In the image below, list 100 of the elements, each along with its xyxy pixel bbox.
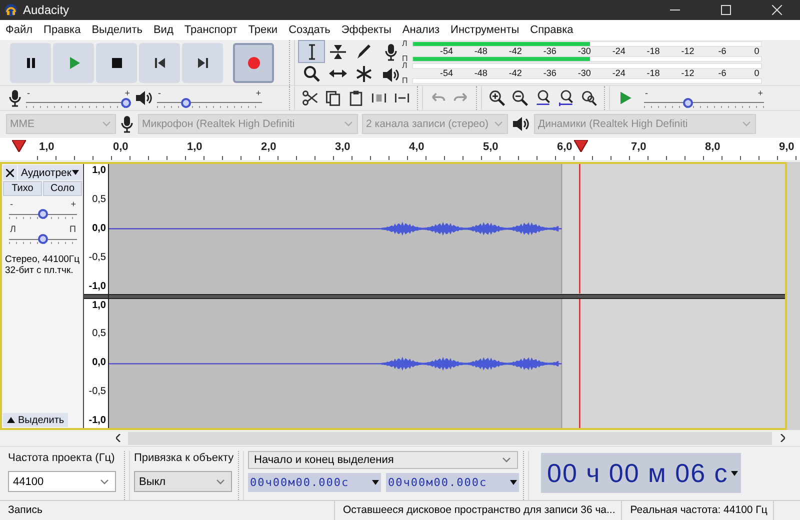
menu-item[interactable]: Правка bbox=[38, 24, 86, 36]
amplitude-label: 0,0 bbox=[92, 357, 106, 370]
menu-item[interactable]: Справка bbox=[524, 24, 579, 36]
meter-tick-label: -42 bbox=[508, 69, 522, 78]
timeline-label: 0,0 bbox=[113, 141, 128, 153]
audio-position-display[interactable]: 00 ч 00 м 06 с bbox=[541, 453, 741, 493]
record-icon bbox=[246, 54, 262, 70]
maximize-icon bbox=[721, 5, 731, 15]
solo-button[interactable]: Соло bbox=[43, 181, 82, 196]
meter-tick-label: -54 bbox=[440, 69, 453, 78]
slider-thumb[interactable] bbox=[121, 98, 131, 108]
double-arrow-icon bbox=[328, 69, 346, 78]
timeline-label: 3,0 bbox=[335, 141, 350, 153]
selection-end-field[interactable]: 00ч00м00.000с bbox=[386, 473, 519, 492]
selection-mode-select[interactable]: Начало и конец выделения bbox=[248, 451, 518, 469]
snap-select[interactable]: Выкл bbox=[134, 471, 232, 492]
project-rate-label: Частота проекта (Гц) bbox=[8, 451, 116, 465]
app-logo-icon bbox=[4, 3, 18, 17]
menu-item[interactable]: Файл bbox=[0, 24, 38, 36]
record-button[interactable] bbox=[233, 42, 274, 82]
slider-thumb[interactable] bbox=[682, 98, 692, 108]
meter-tick-label: -30 bbox=[578, 69, 591, 78]
microphone-icon bbox=[120, 114, 134, 132]
fit-selection-icon bbox=[534, 89, 552, 107]
amplitude-label: 1,0 bbox=[92, 300, 106, 312]
caret-down-icon bbox=[72, 170, 79, 175]
slider-max-label: + bbox=[124, 88, 130, 98]
select-track-button[interactable]: Выделить bbox=[3, 413, 68, 427]
pencil-icon bbox=[356, 44, 370, 59]
meter-tick-label: -24 bbox=[612, 69, 626, 78]
timeline-label: 7,0 bbox=[631, 141, 646, 153]
status-text: Оставшееся дисковое пространство для записи 36 ча... bbox=[335, 501, 622, 520]
track-info-text: Стерео, 44100Гц bbox=[5, 254, 81, 265]
zoom-in-icon bbox=[488, 89, 506, 107]
track-info-text: 32-бит с пл.тчк. bbox=[5, 265, 74, 276]
menu-item[interactable]: Инструменты bbox=[445, 24, 525, 36]
mute-button[interactable]: Тихо bbox=[3, 181, 42, 196]
chevron-down-icon bbox=[502, 457, 511, 463]
channel-label: Л bbox=[402, 63, 408, 69]
meter-tick-label: -54 bbox=[440, 47, 453, 56]
copy-icon bbox=[324, 89, 342, 107]
meter-tick-label: -18 bbox=[646, 47, 660, 56]
magnifier-icon bbox=[304, 66, 320, 82]
slider-min-label: - bbox=[10, 200, 13, 209]
timeline-label: 6,0 bbox=[557, 141, 572, 153]
stop-button[interactable] bbox=[96, 42, 137, 82]
speaker-icon bbox=[382, 66, 400, 82]
track-name-menu[interactable]: Аудиотрек bbox=[18, 165, 82, 180]
pause-button[interactable] bbox=[10, 42, 51, 82]
horizontal-scrollbar[interactable] bbox=[128, 432, 772, 444]
menu-item[interactable]: Вид bbox=[148, 24, 179, 36]
chevron-down-icon bbox=[102, 120, 111, 126]
slider-thumb[interactable] bbox=[180, 98, 191, 108]
slider-thumb[interactable] bbox=[38, 209, 48, 219]
amplitude-label: -1,0 bbox=[88, 415, 106, 427]
timeline-label: 9,0 bbox=[779, 141, 794, 153]
amplitude-label: -0,5 bbox=[88, 252, 106, 264]
skip-to-end-button[interactable] bbox=[182, 42, 223, 82]
chevron-right-icon bbox=[780, 434, 784, 442]
slider-thumb[interactable] bbox=[38, 234, 48, 244]
slider-min-label: - bbox=[27, 88, 30, 98]
zoom-toggle-icon bbox=[580, 89, 598, 107]
status-text: Реальная частота: 44100 Гц bbox=[622, 501, 774, 520]
meter-tick-label: 0 bbox=[754, 69, 760, 78]
timeline-label: 4,0 bbox=[409, 141, 424, 153]
menu-item[interactable]: Выделить bbox=[86, 24, 148, 36]
chevron-down-icon bbox=[100, 478, 109, 484]
slider-max-label: + bbox=[758, 88, 763, 98]
timeline-label: 2,0 bbox=[261, 141, 276, 153]
collapse-arrow-icon bbox=[7, 417, 15, 423]
close-track-button[interactable] bbox=[3, 165, 17, 180]
menu-item[interactable]: Эффекты bbox=[336, 24, 397, 36]
meter-tick-label: -24 bbox=[612, 47, 626, 56]
i-beam-tool[interactable] bbox=[299, 41, 324, 62]
amplitude-label: 0,0 bbox=[92, 222, 106, 235]
chevron-down-icon bbox=[494, 120, 503, 126]
microphone-icon bbox=[8, 89, 22, 107]
meter-tick-label: -18 bbox=[646, 69, 660, 78]
menu-item[interactable]: Треки bbox=[242, 24, 284, 36]
meter-tick-label: -36 bbox=[543, 47, 556, 56]
amplitude-label: 0,5 bbox=[92, 328, 106, 340]
fit-project-icon bbox=[557, 89, 575, 107]
channel-label: Л bbox=[402, 41, 408, 47]
asterisk-icon bbox=[356, 66, 372, 82]
meter-tick-label: -42 bbox=[508, 47, 522, 56]
clipboard-icon bbox=[347, 89, 365, 107]
status-text: Запись bbox=[0, 501, 335, 520]
project-rate-select[interactable]: 44100 bbox=[8, 471, 116, 492]
i-beam-icon bbox=[308, 44, 316, 60]
chevron-down-icon bbox=[344, 120, 353, 126]
close-icon bbox=[772, 5, 782, 15]
slider-max-label: + bbox=[256, 88, 261, 98]
selection-start-field[interactable]: 00ч00м00.000с bbox=[248, 473, 381, 492]
menu-item[interactable]: Создать bbox=[283, 24, 336, 36]
slider-min-label: - bbox=[158, 88, 161, 98]
slider-max-label: + bbox=[70, 200, 76, 209]
skip-to-start-button[interactable] bbox=[139, 42, 180, 82]
amplitude-label: -0,5 bbox=[88, 386, 106, 398]
menu-item[interactable]: Анализ bbox=[396, 24, 446, 36]
menu-item[interactable]: Транспорт bbox=[178, 24, 243, 36]
